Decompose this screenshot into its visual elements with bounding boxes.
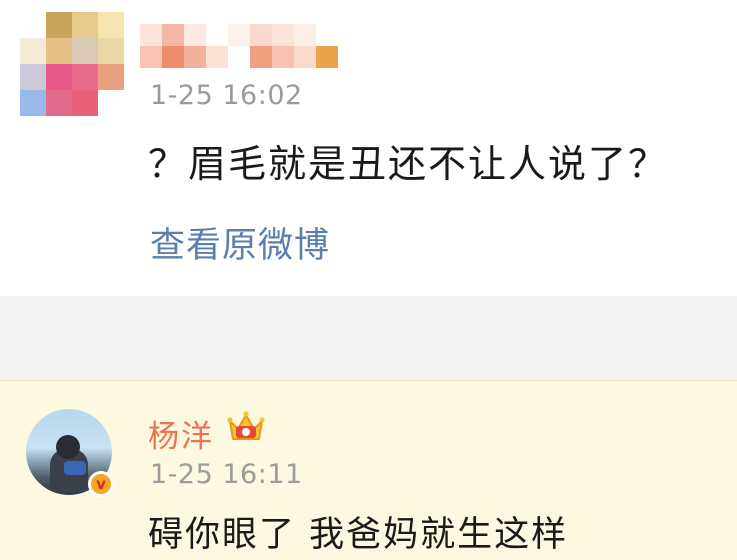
comment-text: ？眉毛就是丑还不让人说了？ (148, 142, 669, 186)
username[interactable]: 杨洋 (148, 411, 214, 456)
view-original-link[interactable]: 查看原微博 (150, 217, 330, 268)
comment-card-2: v 杨洋 1-25 16:11 碍你眼了 我爸妈就生这样 (0, 380, 737, 560)
comment-text: 碍你眼了 我爸妈就生这样 (148, 515, 569, 555)
name-pixelated[interactable] (140, 24, 355, 68)
avatar-pixelated[interactable] (20, 12, 124, 116)
comment-timestamp: 1-25 16:11 (150, 459, 303, 490)
crown-icon (227, 411, 265, 440)
avatar-scarf (64, 461, 86, 475)
separator (0, 296, 737, 380)
verified-badge-icon: v (88, 471, 114, 497)
avatar-head (56, 435, 80, 459)
comment-timestamp: 1-25 16:02 (150, 80, 303, 111)
comment-card-1: 1-25 16:02 ？眉毛就是丑还不让人说了？ 查看原微博 (0, 0, 737, 296)
